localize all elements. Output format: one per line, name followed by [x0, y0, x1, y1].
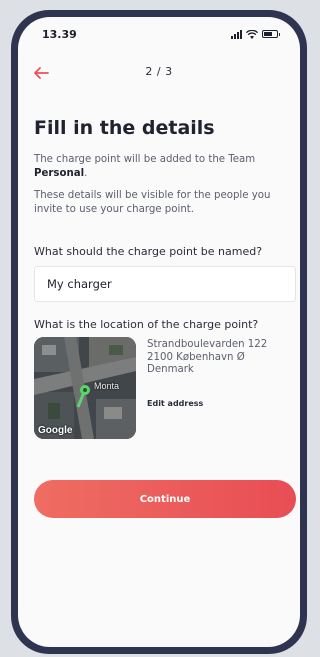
team-description: The charge point will be added to the Te…	[34, 153, 296, 180]
period: .	[84, 167, 88, 179]
phone-frame: 13.39 2 / 3 Fill in the details The char…	[11, 10, 307, 654]
name-field-label: What should the charge point be named?	[34, 245, 263, 258]
edit-address-link[interactable]: Edit address	[147, 399, 203, 408]
battery-icon	[262, 30, 280, 38]
continue-button[interactable]: Continue	[34, 480, 296, 518]
charger-name-input[interactable]	[34, 266, 296, 302]
step-indicator: 2 / 3	[145, 65, 173, 78]
address: Strandboulevarden 122 2100 København Ø D…	[147, 339, 267, 377]
address-line-1: Strandboulevarden 122	[147, 339, 268, 350]
wifi-icon	[246, 29, 258, 39]
map-pin-label: Monta	[94, 381, 120, 391]
top-nav: 2 / 3	[32, 63, 286, 83]
app-screen: 13.39 2 / 3 Fill in the details The char…	[18, 17, 300, 647]
system-icons	[231, 29, 280, 39]
satellite-map-image	[34, 337, 136, 439]
map-attribution: Google	[38, 425, 73, 436]
team-description-text: The charge point will be added to the Te…	[34, 154, 256, 165]
status-time: 13.39	[42, 27, 77, 41]
team-name: Personal	[34, 167, 85, 179]
visibility-description: These details will be visible for the pe…	[34, 190, 271, 215]
address-line-2: 2100 København Ø	[147, 351, 245, 363]
location-label: What is the location of the charge point…	[34, 318, 259, 331]
address-line-3: Denmark	[147, 364, 194, 375]
signal-icon	[231, 29, 242, 39]
status-bar: 13.39	[42, 27, 280, 41]
page-title: Fill in the details	[34, 117, 215, 139]
location-map[interactable]: Monta Google	[34, 337, 136, 439]
